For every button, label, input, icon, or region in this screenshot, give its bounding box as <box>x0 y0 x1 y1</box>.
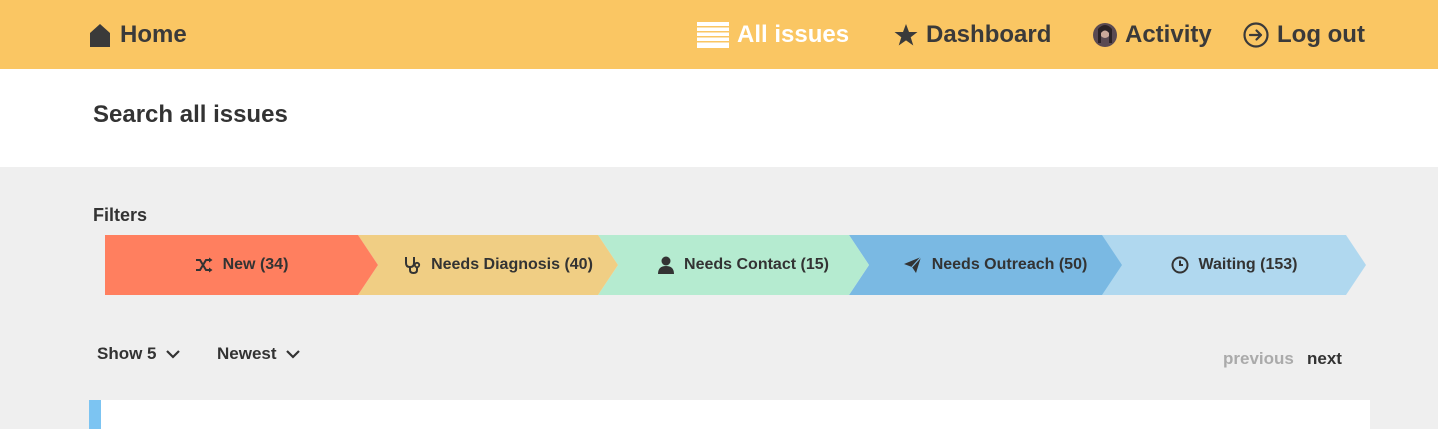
issue-card-accent <box>89 400 101 429</box>
paper-plane-icon <box>903 257 922 273</box>
filter-new-label: New (34) <box>222 256 289 273</box>
filter-needs-outreach[interactable]: Needs Outreach (50) <box>869 235 1122 295</box>
filter-new[interactable]: New (34) <box>105 235 378 295</box>
show-count-label: Show 5 <box>97 344 157 363</box>
issue-card[interactable] <box>89 400 1370 429</box>
sort-label: Newest <box>217 344 277 363</box>
filter-needs-outreach-label: Needs Outreach (50) <box>931 256 1088 273</box>
filter-needs-diagnosis[interactable]: Needs Diagnosis (40) <box>378 235 618 295</box>
sort-dropdown[interactable]: Newest <box>217 344 301 364</box>
user-icon <box>658 256 675 274</box>
chevron-down-icon <box>165 350 180 359</box>
chevron-down-icon <box>285 350 300 359</box>
filter-waiting-label: Waiting (153) <box>1198 256 1298 273</box>
filter-needs-contact-label: Needs Contact (15) <box>684 256 829 273</box>
next-page-link[interactable]: next <box>1307 349 1342 369</box>
previous-page-link[interactable]: previous <box>1223 349 1294 369</box>
show-count-dropdown[interactable]: Show 5 <box>97 344 181 364</box>
shuffle-icon <box>195 257 213 273</box>
filter-needs-diagnosis-label: Needs Diagnosis (40) <box>431 256 593 273</box>
filter-needs-contact[interactable]: Needs Contact (15) <box>618 235 869 295</box>
filter-waiting[interactable]: Waiting (153) <box>1122 235 1346 295</box>
clock-icon <box>1171 256 1189 274</box>
stethoscope-icon <box>405 257 421 274</box>
